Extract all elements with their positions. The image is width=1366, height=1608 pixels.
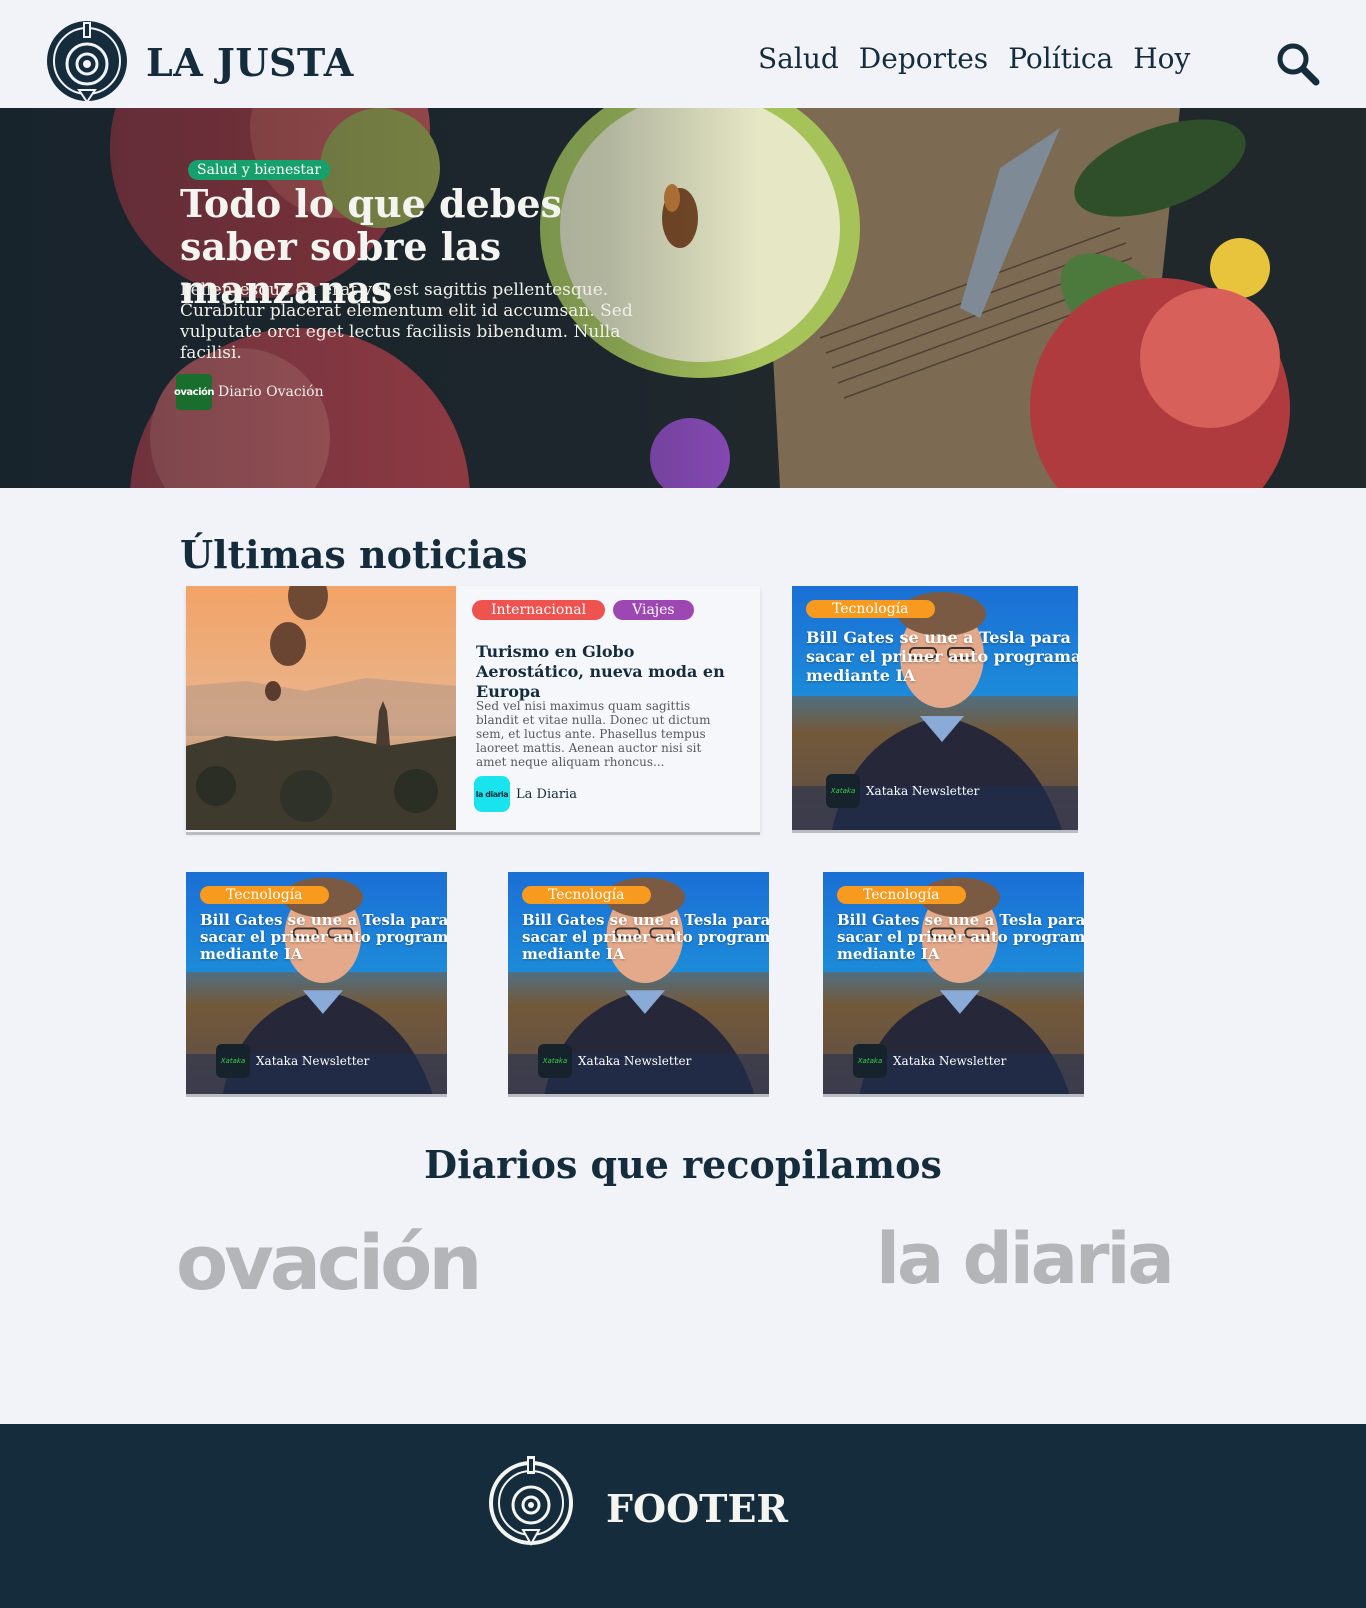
card-title-line: Bill Gates se une a Tesla para: [806, 628, 1071, 647]
hero-description: Pellentesque eu erat vel est sagittis pe…: [180, 280, 633, 363]
site-footer: FOOTER: [0, 1424, 1366, 1608]
card-title[interactable]: Bill Gates se une a Tesla para sacar el p…: [522, 912, 769, 963]
card-source[interactable]: Xataka Xataka Newsletter: [538, 1044, 691, 1078]
tech-news-card[interactable]: Tecnología Bill Gates se une a Tesla para…: [792, 586, 1078, 830]
eye-shield-logo-icon[interactable]: [44, 18, 130, 104]
card-source-name: Xataka Newsletter: [866, 784, 980, 798]
footer-text: FOOTER: [606, 1486, 789, 1531]
tag-viajes[interactable]: Viajes: [613, 600, 694, 620]
card-title-line: mediante IA: [200, 945, 303, 963]
card-title-line: sacar el primer auto programador: [837, 928, 1084, 946]
balloons-image: [186, 586, 456, 830]
card-title-line: mediante IA: [522, 945, 625, 963]
card-title-line: sacar el primer auto programador: [522, 928, 769, 946]
tag-internacional[interactable]: Internacional: [472, 600, 606, 620]
tag-tecnologia[interactable]: Tecnología: [837, 886, 966, 904]
xataka-logo-icon: Xataka: [538, 1044, 572, 1078]
site-header: LA JUSTA Salud Deportes Política Hoy: [0, 0, 1366, 108]
partners-heading: Diarios que recopilamos: [424, 1142, 942, 1187]
la-diaria-logo-icon: la diaria: [474, 776, 510, 812]
card-title[interactable]: Bill Gates se une a Tesla para sacar el p…: [837, 912, 1084, 963]
hero-source-name: Diario Ovación: [218, 384, 324, 400]
hero-category-tag[interactable]: Salud y bienestar: [188, 160, 331, 180]
card-source-name: Xataka Newsletter: [893, 1054, 1007, 1068]
card-title-line: sacar el primer auto programador: [200, 928, 447, 946]
xataka-logo-icon: Xataka: [853, 1044, 887, 1078]
card-title-line: Bill Gates se une a Tesla para: [522, 911, 769, 929]
hero-banner[interactable]: Salud y bienestar Todo lo que debes sabe…: [0, 108, 1366, 488]
nav-hoy[interactable]: Hoy: [1133, 42, 1190, 75]
tech-news-card[interactable]: Tecnología Bill Gates se une a Tesla para…: [823, 872, 1084, 1094]
tech-news-card[interactable]: Tecnología Bill Gates se une a Tesla para…: [508, 872, 769, 1094]
xataka-logo-icon: Xataka: [826, 774, 860, 808]
nav-deportes[interactable]: Deportes: [859, 42, 988, 75]
card-source[interactable]: Xataka Xataka Newsletter: [826, 774, 979, 808]
card-title-line: sacar el primer auto programador: [806, 647, 1078, 666]
ovacion-logo-icon: ovación: [174, 374, 215, 410]
card-title[interactable]: Bill Gates se une a Tesla para sacar el p…: [806, 628, 1078, 685]
nav-politica[interactable]: Política: [1008, 42, 1113, 75]
card-title-line: Bill Gates se une a Tesla para: [200, 911, 447, 929]
partner-ovacion-logo[interactable]: ovación: [176, 1218, 482, 1307]
featured-description: Sed vel nisi maximus quam sagittis bland…: [476, 699, 711, 769]
eye-shield-logo-icon[interactable]: [486, 1454, 576, 1548]
tag-tecnologia[interactable]: Tecnología: [200, 886, 329, 904]
featured-tags: Internacional Viajes: [472, 600, 694, 620]
featured-title[interactable]: Turismo en Globo Aerostático, nueva moda…: [476, 642, 736, 702]
latest-news-heading: Últimas noticias: [180, 532, 528, 577]
tag-tecnologia[interactable]: Tecnología: [806, 600, 935, 618]
partner-la-diaria-logo[interactable]: la diaria: [876, 1218, 1175, 1300]
tech-news-card[interactable]: Tecnología Bill Gates se une a Tesla para…: [186, 872, 447, 1094]
tag-tecnologia[interactable]: Tecnología: [522, 886, 651, 904]
card-source[interactable]: Xataka Xataka Newsletter: [216, 1044, 369, 1078]
card-source[interactable]: Xataka Xataka Newsletter: [853, 1044, 1006, 1078]
featured-news-card[interactable]: Internacional Viajes Turismo en Globo Ae…: [186, 586, 760, 832]
nav-salud[interactable]: Salud: [758, 42, 839, 75]
featured-source[interactable]: la diaria La Diaria: [474, 776, 577, 812]
main-nav: Salud Deportes Política Hoy: [758, 42, 1190, 75]
brand-name[interactable]: LA JUSTA: [146, 40, 354, 85]
card-source-name: Xataka Newsletter: [578, 1054, 692, 1068]
hero-source[interactable]: ovación Diario Ovación: [174, 374, 324, 410]
card-title-line: Bill Gates se une a Tesla para: [837, 911, 1084, 929]
featured-source-name: La Diaria: [516, 786, 577, 802]
card-source-name: Xataka Newsletter: [256, 1054, 370, 1068]
card-title[interactable]: Bill Gates se une a Tesla para sacar el p…: [200, 912, 447, 963]
card-title-line: mediante IA: [806, 666, 916, 685]
xataka-logo-icon: Xataka: [216, 1044, 250, 1078]
card-title-line: mediante IA: [837, 945, 940, 963]
search-icon[interactable]: [1274, 40, 1322, 88]
